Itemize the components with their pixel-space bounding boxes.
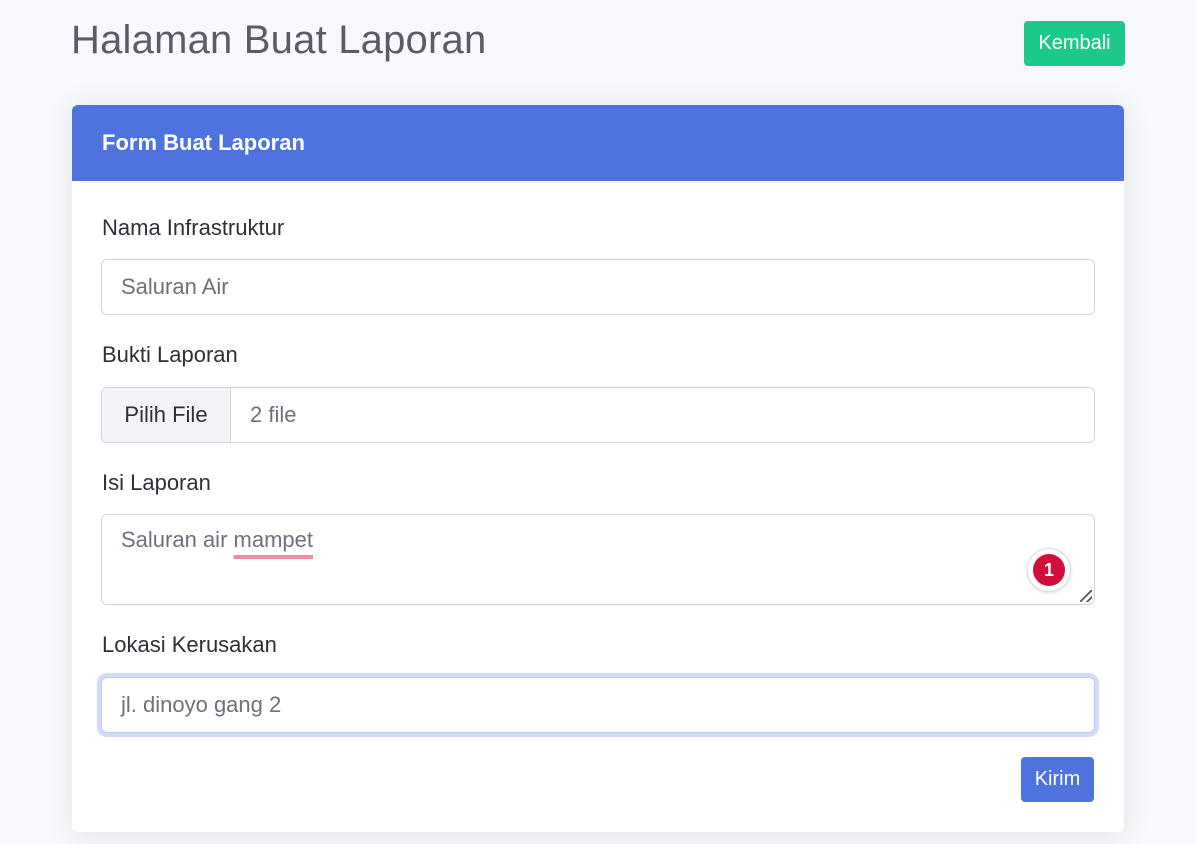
report-label: Isi Laporan — [102, 470, 211, 495]
choose-file-button[interactable]: Pilih File — [102, 388, 231, 442]
grammar-check-badge[interactable]: 1 — [1027, 548, 1071, 592]
card-header: Form Buat Laporan — [72, 105, 1124, 181]
report-textarea[interactable]: Saluran air mampet 1 — [101, 514, 1095, 605]
submit-button[interactable]: Kirim — [1021, 757, 1094, 802]
location-input[interactable]: jl. dinoyo gang 2 — [101, 677, 1095, 733]
report-text: Saluran air — [121, 527, 234, 552]
infrastructure-label: Nama Infrastruktur — [102, 215, 285, 240]
page-title: Halaman Buat Laporan — [71, 18, 487, 62]
page: Halaman Buat Laporan Kembali Form Buat L… — [0, 0, 1196, 844]
evidence-label: Bukti Laporan — [102, 342, 238, 367]
location-label: Lokasi Kerusakan — [102, 632, 277, 657]
file-status: 2 file — [250, 402, 297, 427]
infrastructure-value: Saluran Air — [121, 274, 229, 299]
location-value: jl. dinoyo gang 2 — [121, 692, 282, 717]
back-button[interactable]: Kembali — [1024, 21, 1125, 66]
report-form-card: Form Buat Laporan Nama Infrastruktur Sal… — [72, 105, 1124, 832]
resize-handle-icon[interactable] — [1080, 590, 1092, 602]
misspelled-word[interactable]: mampet — [234, 527, 313, 552]
form-title: Form Buat Laporan — [102, 130, 305, 155]
grammar-issue-count: 1 — [1033, 554, 1065, 586]
infrastructure-input[interactable]: Saluran Air — [101, 259, 1095, 315]
evidence-file-input[interactable]: Pilih File 2 file — [101, 387, 1095, 443]
